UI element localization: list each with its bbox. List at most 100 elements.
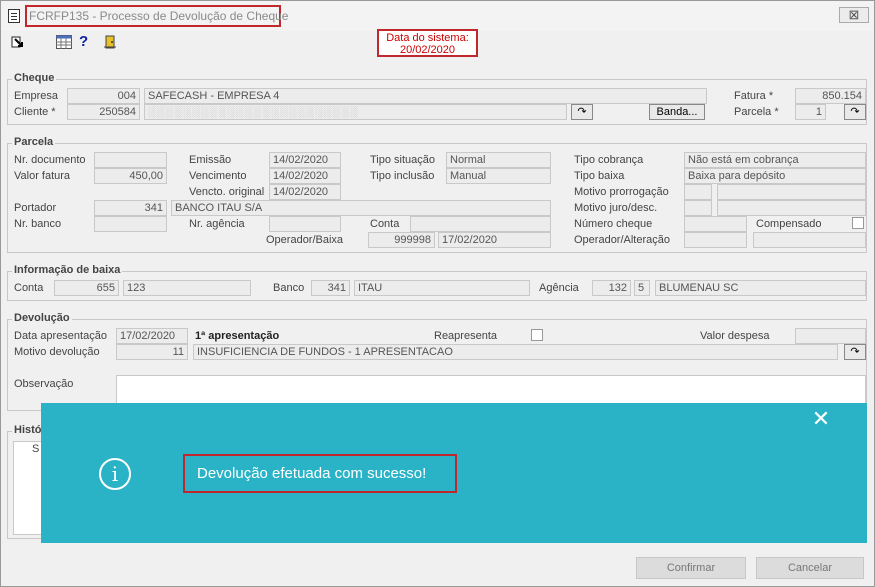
- cliente-label: Cliente *: [14, 106, 56, 118]
- tipo-baixa-field[interactable]: Baixa para depósito: [684, 168, 866, 184]
- nr-agencia-field[interactable]: [269, 216, 341, 232]
- modal-close-icon[interactable]: ✕: [810, 408, 832, 430]
- vencto-original-label: Vencto. original: [189, 186, 265, 198]
- cancelar-button[interactable]: Cancelar: [756, 557, 864, 579]
- tipo-baixa-label: Tipo baixa: [574, 170, 625, 182]
- reapresenta-label: Reapresenta: [434, 330, 497, 342]
- valor-fatura-field[interactable]: 450,00: [94, 168, 167, 184]
- portador-name-field: BANCO ITAU S/A: [171, 200, 551, 216]
- motivo-juro-label: Motivo juro/desc.: [574, 202, 658, 214]
- operador-alteracao-code-field[interactable]: [684, 232, 747, 248]
- baixa-agencia-digit-field: 5: [634, 280, 650, 296]
- window-title: FCRFP135 - Processo de Devolução de Cheq…: [29, 9, 289, 23]
- empresa-code-field[interactable]: 004: [67, 88, 140, 104]
- portador-code-field[interactable]: 341: [94, 200, 167, 216]
- emissao-field[interactable]: 14/02/2020: [269, 152, 341, 168]
- empresa-label: Empresa: [14, 90, 59, 102]
- parcela-section-title: Parcela: [12, 136, 56, 148]
- motivo-devolucao-code-field[interactable]: 11: [116, 344, 188, 360]
- historico-section-title: Histó: [12, 424, 44, 436]
- baixa-agencia-name-field: BLUMENAU SC: [655, 280, 866, 296]
- help-icon[interactable]: ?: [79, 34, 93, 49]
- conta-field[interactable]: [410, 216, 551, 232]
- success-message: Devolução efetuada com sucesso!: [197, 465, 427, 482]
- parcela-field[interactable]: 1: [795, 104, 826, 120]
- nr-documento-label: Nr. documento: [14, 154, 86, 166]
- info-icon: i: [99, 458, 131, 490]
- parcela-label: Parcela *: [734, 106, 779, 118]
- grid-icon[interactable]: [56, 35, 72, 49]
- app-window: FCRFP135 - Processo de Devolução de Cheq…: [0, 0, 875, 587]
- banda-button[interactable]: Banda...: [649, 104, 705, 120]
- tipo-situacao-label: Tipo situação: [370, 154, 436, 166]
- baixa-conta-label: Conta: [14, 282, 44, 294]
- operador-baixa-label: Operador/Baixa: [266, 234, 344, 246]
- valor-fatura-label: Valor fatura: [14, 170, 71, 182]
- historico-first-column: S: [32, 443, 40, 455]
- baixa-banco-code-field[interactable]: 341: [311, 280, 350, 296]
- emissao-label: Emissão: [189, 154, 232, 166]
- confirmar-button[interactable]: Confirmar: [636, 557, 746, 579]
- document-icon: [8, 9, 20, 23]
- operador-alteracao-label: Operador/Alteração: [574, 234, 670, 246]
- motivo-devolucao-label: Motivo devolução: [14, 346, 100, 358]
- operador-alteracao-date-field[interactable]: [753, 232, 866, 248]
- motivo-prorrogacao-name-field: [717, 184, 866, 200]
- motivo-juro-name-field: [717, 200, 866, 216]
- baixa-agencia-label: Agência: [539, 282, 579, 294]
- valor-despesa-field[interactable]: [795, 328, 866, 344]
- vencimento-label: Vencimento: [189, 170, 247, 182]
- exit-arrow-icon[interactable]: [11, 35, 25, 49]
- door-exit-icon[interactable]: [103, 35, 117, 49]
- reapresenta-checkbox[interactable]: [531, 329, 543, 341]
- numero-cheque-field[interactable]: [684, 216, 747, 232]
- baixa-agencia-code-field[interactable]: 132: [592, 280, 631, 296]
- operador-baixa-date-field[interactable]: 17/02/2020: [438, 232, 551, 248]
- data-apresentacao-field[interactable]: 17/02/2020: [116, 328, 188, 344]
- valor-despesa-label: Valor despesa: [700, 330, 770, 342]
- baixa-banco-name-field: ITAU: [354, 280, 530, 296]
- vencimento-field[interactable]: 14/02/2020: [269, 168, 341, 184]
- motivo-juro-code-field[interactable]: [684, 200, 712, 216]
- conta-label: Conta: [370, 218, 400, 230]
- empresa-name-field: SAFECASH - EMPRESA 4: [144, 88, 707, 104]
- apresentacao-text: 1ª apresentação: [195, 330, 280, 342]
- cliente-lookup-button[interactable]: ↷: [571, 104, 593, 120]
- window-close-button[interactable]: ⊠: [839, 7, 869, 23]
- numero-cheque-label: Número cheque: [574, 218, 653, 230]
- operador-baixa-code-field[interactable]: 999998: [368, 232, 435, 248]
- system-date-label: Data do sistema:: [386, 32, 469, 44]
- vencto-original-field[interactable]: 14/02/2020: [269, 184, 341, 200]
- system-date-box: Data do sistema: 20/02/2020: [377, 29, 478, 57]
- tipo-inclusao-field[interactable]: Manual: [446, 168, 551, 184]
- fatura-label: Fatura *: [734, 90, 774, 102]
- baixa-section-title: Informação de baixa: [12, 264, 123, 276]
- nr-banco-field[interactable]: [94, 216, 167, 232]
- fatura-field[interactable]: 850.154: [795, 88, 866, 104]
- compensado-checkbox[interactable]: [852, 217, 864, 229]
- system-date-value: 20/02/2020: [399, 44, 456, 56]
- motivo-devolucao-text-field: INSUFICIENCIA DE FUNDOS - 1 APRESENTACAO: [193, 344, 838, 360]
- motivo-prorrogacao-code-field[interactable]: [684, 184, 712, 200]
- motivo-prorrogacao-label: Motivo prorrogação: [574, 186, 669, 198]
- compensado-label: Compensado: [756, 218, 822, 230]
- tipo-situacao-field[interactable]: Normal: [446, 152, 551, 168]
- motivo-lookup-button[interactable]: ↷: [844, 344, 866, 360]
- nr-agencia-label: Nr. agência: [189, 218, 245, 230]
- cliente-code-field[interactable]: 250584: [67, 104, 140, 120]
- baixa-conta-code-field[interactable]: 655: [54, 280, 119, 296]
- cliente-name-field: ░░░░░░░░░░░░░░░░░░░░░░░░: [144, 104, 567, 120]
- baixa-banco-label: Banco: [273, 282, 305, 294]
- observacao-label: Observação: [14, 378, 74, 390]
- tipo-cobranca-label: Tipo cobrança: [574, 154, 644, 166]
- devolucao-section-title: Devolução: [12, 312, 72, 324]
- tipo-inclusao-label: Tipo inclusão: [370, 170, 435, 182]
- nr-banco-label: Nr. banco: [14, 218, 62, 230]
- data-apresentacao-label: Data apresentação: [14, 330, 107, 342]
- tipo-cobranca-field[interactable]: Não está em cobrança: [684, 152, 866, 168]
- parcela-lookup-button[interactable]: ↷: [844, 104, 866, 120]
- nr-documento-field[interactable]: [94, 152, 167, 168]
- portador-label: Portador: [14, 202, 57, 214]
- cheque-section-title: Cheque: [12, 72, 57, 84]
- baixa-conta-value-field: 123: [123, 280, 251, 296]
